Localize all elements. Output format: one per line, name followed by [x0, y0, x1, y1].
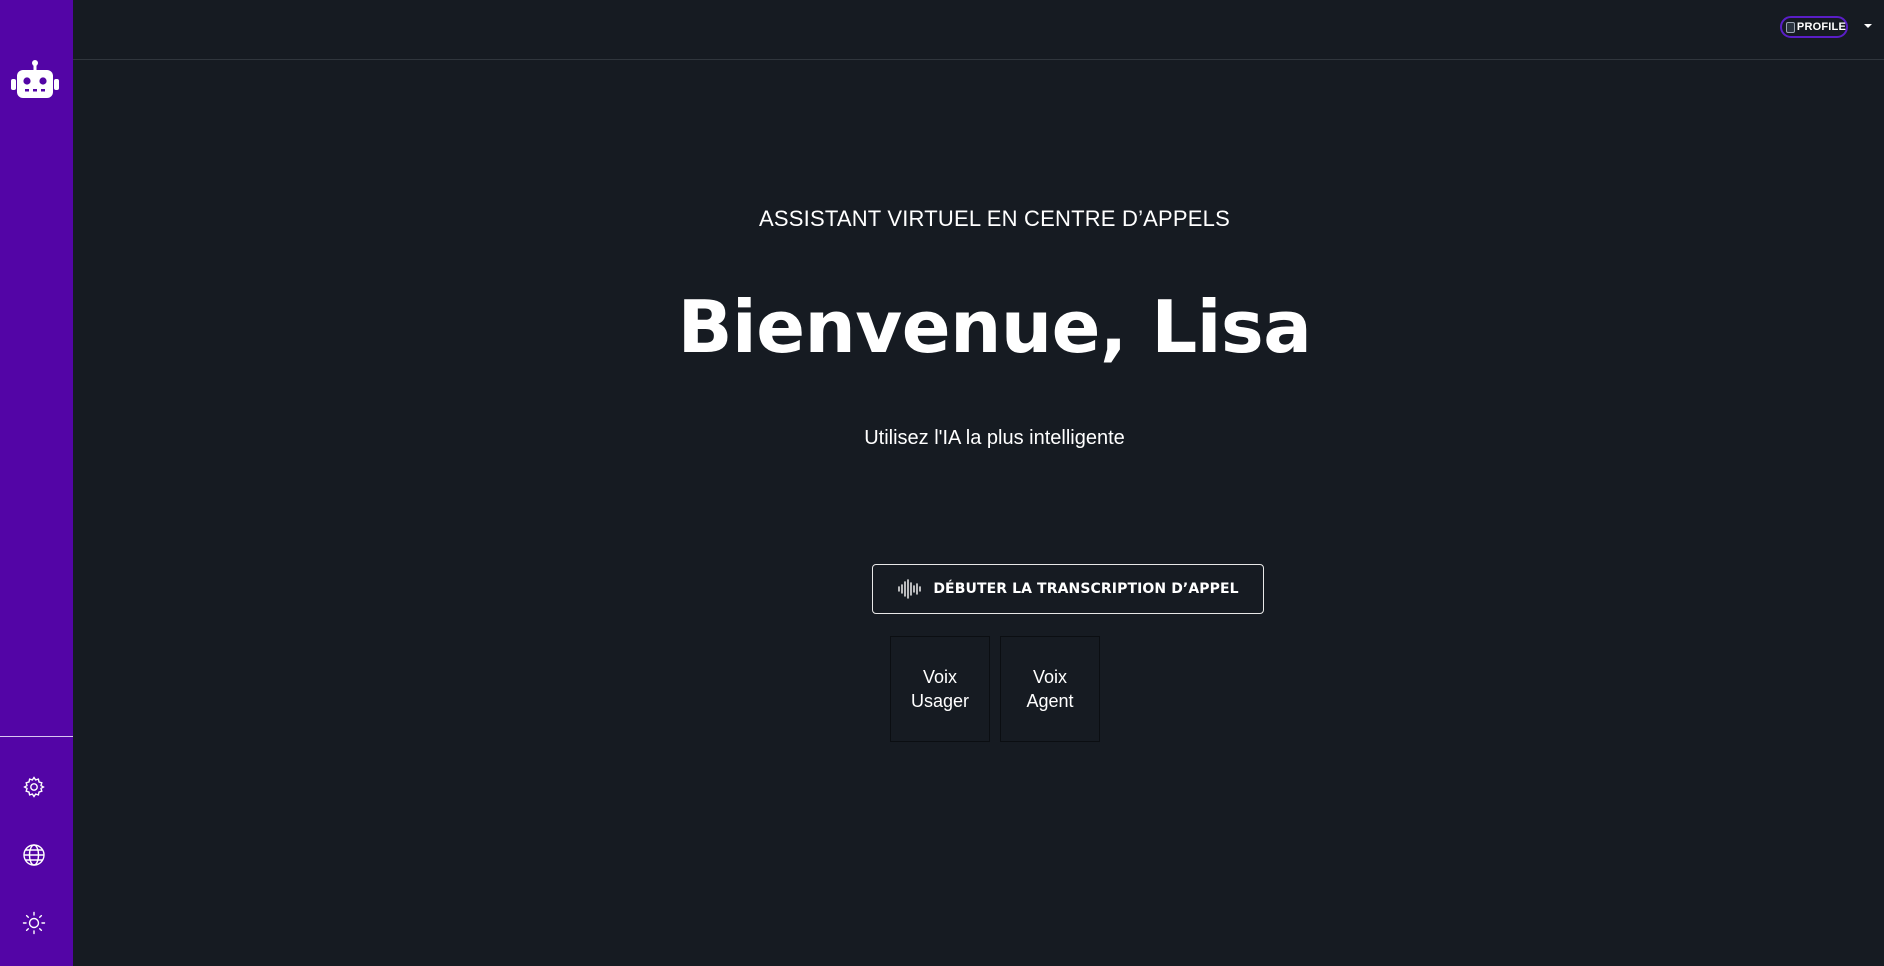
profile-button[interactable]: PROFILE — [1780, 16, 1848, 38]
voice-user-label: Voix Usager — [910, 667, 970, 711]
profile-alt-text: PROFILE — [1796, 21, 1846, 33]
audio-wave-icon — [898, 579, 922, 599]
sidebar-divider — [0, 736, 73, 737]
page-title: Bienvenue, Lisa — [677, 285, 1312, 369]
voice-user-button[interactable]: Voix Usager — [890, 636, 990, 742]
tagline: Utilisez l'IA la plus intelligente — [864, 427, 1125, 449]
start-transcription-label: DÉBUTER LA TRANSCRIPTION D’APPEL — [933, 581, 1239, 597]
broken-image-icon — [1786, 21, 1795, 33]
top-bar: PROFILE — [73, 0, 1884, 60]
sun-icon — [22, 911, 46, 935]
voice-agent-label: Voix Agent — [1026, 667, 1074, 711]
voice-agent-button[interactable]: Voix Agent — [1000, 636, 1100, 742]
main-content: ASSISTANT VIRTUEL EN CENTRE D’APPELS Bie… — [73, 60, 1884, 966]
chevron-down-icon[interactable] — [1864, 24, 1872, 28]
robot-icon[interactable] — [11, 60, 59, 100]
sidebar — [0, 0, 73, 966]
theme-toggle-button[interactable] — [19, 908, 49, 938]
app-subtitle: ASSISTANT VIRTUEL EN CENTRE D’APPELS — [759, 206, 1230, 231]
start-transcription-button[interactable]: DÉBUTER LA TRANSCRIPTION D’APPEL — [872, 564, 1264, 614]
settings-button[interactable] — [19, 772, 49, 802]
globe-icon — [23, 844, 45, 866]
language-button[interactable] — [19, 840, 49, 870]
gear-icon — [23, 776, 45, 798]
